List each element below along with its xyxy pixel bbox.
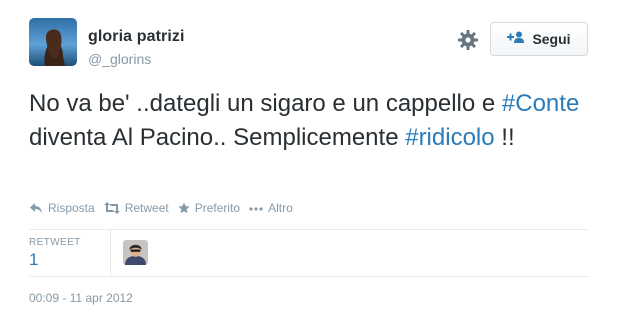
divider	[29, 276, 589, 277]
retweet-count[interactable]: 1	[29, 250, 38, 270]
tweet-text: No va be' ..dategli un sigaro e un cappe…	[29, 87, 604, 155]
tweet-text-segment: No va be' ..dategli un sigaro e un cappe…	[29, 90, 502, 117]
retweet-stat-label: RETWEET	[29, 237, 81, 248]
reply-button[interactable]: Risposta	[29, 201, 95, 215]
user-fullname[interactable]: gloria patrizi	[88, 27, 185, 46]
reply-label: Risposta	[48, 201, 95, 215]
retweet-icon	[103, 202, 120, 214]
retweeter-avatar[interactable]	[123, 240, 148, 265]
retweet-label: Retweet	[124, 201, 169, 215]
divider	[110, 229, 111, 276]
reply-icon	[29, 202, 43, 214]
hashtag-link[interactable]: #Conte	[502, 90, 579, 117]
more-button[interactable]: Altro	[249, 201, 293, 215]
favorite-button[interactable]: Preferito	[178, 201, 240, 215]
gear-icon[interactable]	[456, 28, 480, 52]
follow-button[interactable]: Segui	[490, 22, 588, 56]
tweet-actions: Risposta Retweet Preferito Altro	[29, 201, 302, 215]
hashtag-link[interactable]: #ridicolo	[405, 124, 494, 151]
more-label: Altro	[268, 201, 293, 215]
favorite-label: Preferito	[194, 201, 241, 215]
user-screenname[interactable]: @_glorins	[88, 51, 151, 68]
more-icon	[249, 202, 263, 214]
tweet-text-segment: !!	[494, 124, 515, 151]
divider	[29, 229, 589, 230]
tweet-text-segment: diventa Al Pacino.. Semplicemente	[29, 124, 406, 151]
add-user-icon	[507, 30, 525, 48]
follow-button-label: Segui	[532, 31, 571, 47]
star-icon	[178, 202, 190, 214]
timestamp[interactable]: 00:09 - 11 apr 2012	[29, 291, 133, 305]
retweet-button[interactable]: Retweet	[103, 201, 169, 215]
avatar[interactable]	[29, 18, 77, 66]
